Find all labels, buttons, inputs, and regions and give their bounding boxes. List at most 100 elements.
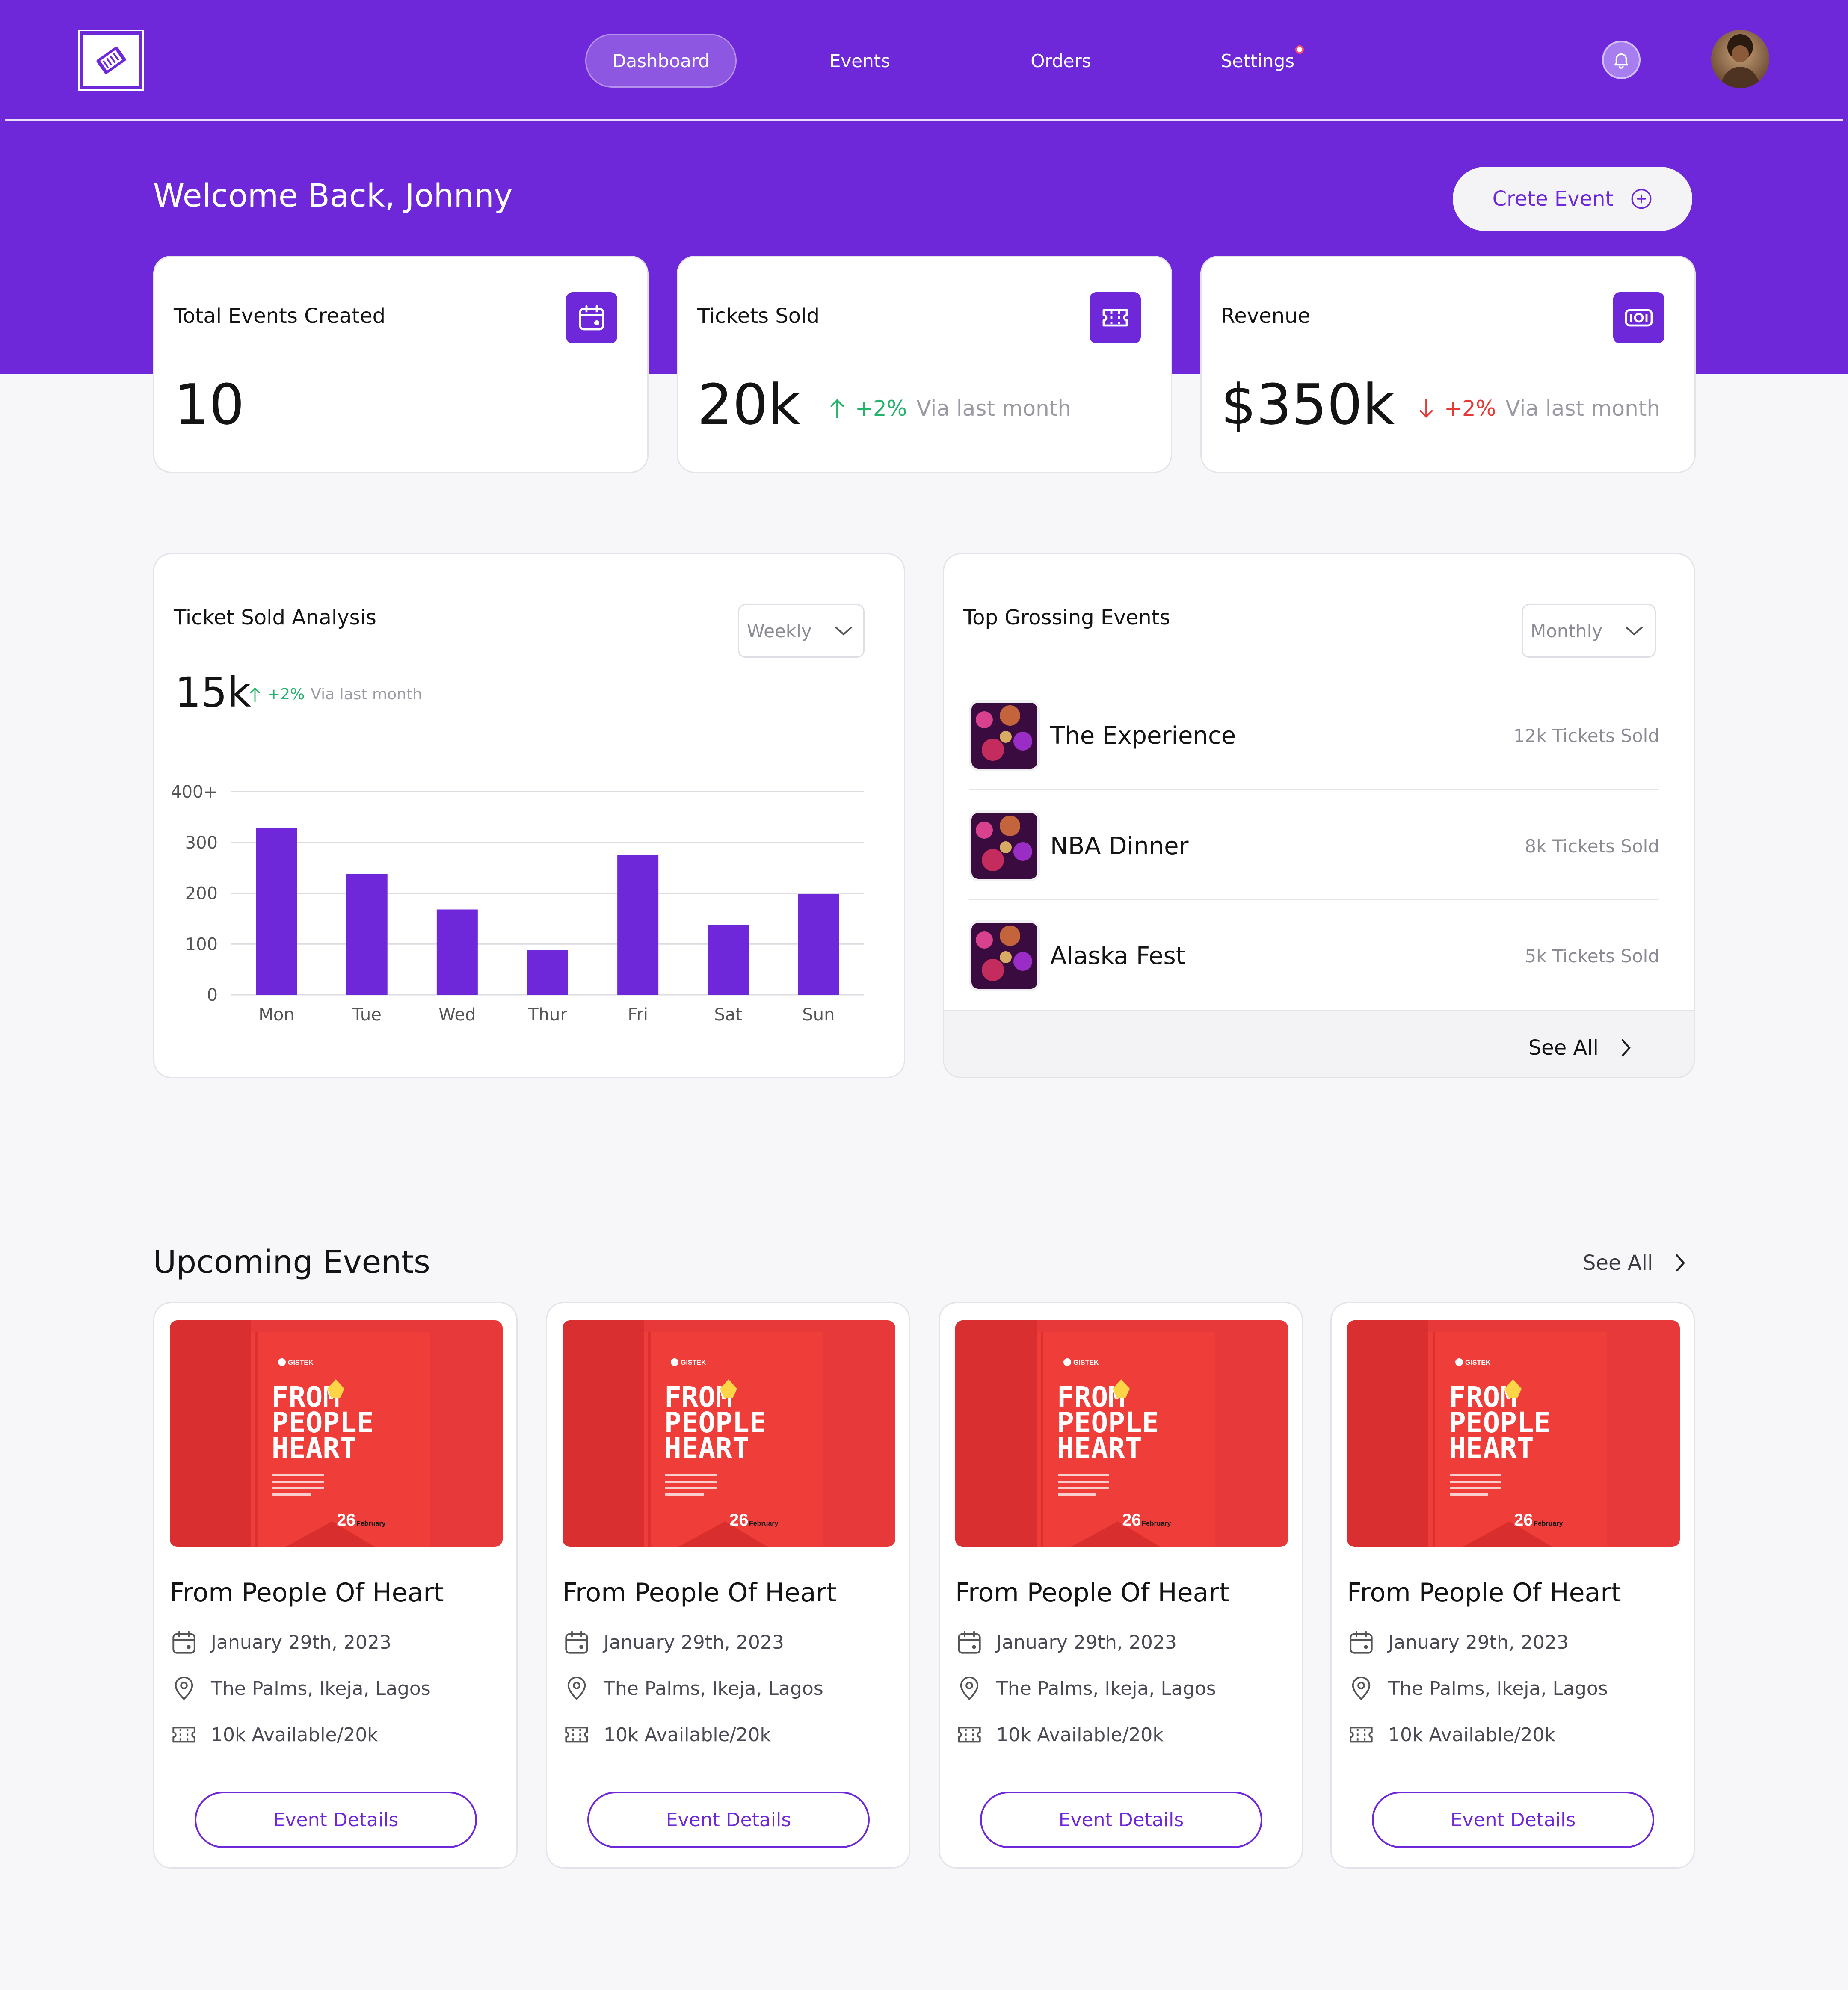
settings-notification-dot bbox=[1295, 45, 1304, 54]
poster-brand: GISTEK bbox=[288, 1359, 314, 1366]
bar-tue[interactable] bbox=[346, 874, 388, 995]
event-card: GISTEK FROM PEOPLE HEART 26 February Fro… bbox=[1330, 1302, 1695, 1869]
event-availability-text: 10k Available/20k bbox=[996, 1724, 1164, 1746]
top-event-row[interactable]: NBA Dinner 8k Tickets Sold bbox=[969, 791, 1659, 901]
poster-month: February bbox=[749, 1520, 779, 1527]
event-date: January 29th, 2023 bbox=[563, 1628, 784, 1656]
see-all-top-events-link[interactable]: See All bbox=[1528, 1036, 1632, 1060]
event-title: From People Of Heart bbox=[563, 1578, 837, 1608]
bar-wed[interactable] bbox=[436, 909, 478, 995]
see-all-label: See All bbox=[1528, 1036, 1599, 1060]
nav-events[interactable]: Events bbox=[787, 34, 933, 88]
bar-fri[interactable] bbox=[617, 855, 659, 995]
row-divider bbox=[969, 789, 1659, 790]
event-card: GISTEK FROM PEOPLE HEART 26 February Fro… bbox=[546, 1302, 910, 1869]
event-date: January 29th, 2023 bbox=[955, 1628, 1177, 1656]
location-pin-icon bbox=[175, 1677, 193, 1700]
event-tickets: 5k Tickets Sold bbox=[1525, 945, 1659, 967]
calendar-icon bbox=[1350, 1631, 1373, 1654]
row-divider bbox=[969, 899, 1659, 900]
event-card: GISTEK FROM PEOPLE HEART 26 February Fro… bbox=[939, 1302, 1303, 1869]
ticket-icon bbox=[565, 1727, 588, 1743]
poster-brand: GISTEK bbox=[1073, 1359, 1099, 1366]
event-date: January 29th, 2023 bbox=[1347, 1628, 1569, 1656]
event-availability: 10k Available/20k bbox=[955, 1721, 1164, 1749]
calendar-icon bbox=[172, 1631, 195, 1654]
event-date-text: January 29th, 2023 bbox=[604, 1631, 784, 1653]
poster-brand: GISTEK bbox=[1465, 1359, 1491, 1366]
see-all-upcoming-link[interactable]: See All bbox=[1583, 1251, 1686, 1275]
stat-card-total-events: Total Events Created 10 bbox=[153, 256, 649, 473]
top-grossing-panel: Top Grossing Events Monthly The Experien… bbox=[943, 553, 1695, 1078]
bar-mon[interactable] bbox=[256, 828, 297, 995]
nav-divider bbox=[5, 119, 1843, 121]
user-avatar[interactable] bbox=[1711, 30, 1769, 88]
svg-text:HEART: HEART bbox=[1449, 1432, 1534, 1465]
nav-orders[interactable]: Orders bbox=[988, 34, 1134, 88]
arrow-down-icon bbox=[1419, 398, 1433, 418]
stat-value: 20k bbox=[697, 372, 800, 437]
event-tickets: 8k Tickets Sold bbox=[1525, 835, 1659, 857]
y-tick-label: 400+ bbox=[171, 782, 218, 802]
period-dropdown[interactable]: Monthly bbox=[1522, 604, 1656, 658]
stat-card-revenue: Revenue $350k +2% Via last month bbox=[1200, 256, 1696, 473]
bar-sun[interactable] bbox=[798, 894, 839, 995]
top-event-row[interactable]: The Experience 12k Tickets Sold bbox=[969, 680, 1659, 791]
event-date-text: January 29th, 2023 bbox=[1388, 1631, 1569, 1653]
y-tick-label: 0 bbox=[207, 985, 218, 1005]
event-availability-text: 10k Available/20k bbox=[604, 1724, 771, 1746]
calendar-icon bbox=[958, 1631, 981, 1654]
bar-thur[interactable] bbox=[527, 950, 568, 995]
event-location-text: The Palms, Ikeja, Lagos bbox=[1388, 1677, 1608, 1700]
stat-value: $350k bbox=[1221, 372, 1395, 437]
bar-sat[interactable] bbox=[708, 925, 749, 995]
event-details-button[interactable]: Event Details bbox=[980, 1792, 1262, 1848]
stat-delta: +2% Via last month bbox=[829, 396, 1071, 421]
see-all-bar: See All bbox=[944, 1010, 1694, 1077]
event-availability: 10k Available/20k bbox=[170, 1721, 378, 1749]
event-date: January 29th, 2023 bbox=[170, 1628, 391, 1656]
x-tick-label: Mon bbox=[258, 1005, 294, 1025]
event-details-button[interactable]: Event Details bbox=[195, 1792, 477, 1848]
location-pin-icon bbox=[567, 1677, 586, 1700]
bar-chart: 0 100 200 300 400+ Mon Tue Wed Thur Fri Sat Sun bbox=[171, 782, 864, 1025]
chevron-down-icon bbox=[1626, 627, 1643, 636]
x-tick-label: Fri bbox=[628, 1005, 648, 1025]
ticket-icon bbox=[172, 1727, 195, 1743]
x-tick-label: Thur bbox=[527, 1005, 567, 1025]
welcome-heading: Welcome Back, Johnny bbox=[153, 177, 513, 214]
bell-icon[interactable] bbox=[1602, 41, 1641, 79]
ticket-logo-icon[interactable] bbox=[83, 35, 139, 86]
x-tick-label: Sat bbox=[714, 1005, 742, 1025]
event-location: The Palms, Ikeja, Lagos bbox=[563, 1674, 823, 1703]
event-location: The Palms, Ikeja, Lagos bbox=[170, 1674, 431, 1703]
delta-value: +2% bbox=[855, 396, 907, 421]
x-tick-label: Wed bbox=[438, 1005, 476, 1025]
ticket-icon bbox=[958, 1727, 981, 1743]
top-event-row[interactable]: Alaska Fest 5k Tickets Sold bbox=[969, 901, 1659, 1011]
stat-value: 10 bbox=[174, 372, 245, 437]
nav-dashboard[interactable]: Dashboard bbox=[585, 34, 737, 88]
event-tickets: 12k Tickets Sold bbox=[1513, 725, 1659, 746]
event-poster: GISTEK FROM PEOPLE HEART 26 February bbox=[563, 1320, 895, 1547]
event-location: The Palms, Ikeja, Lagos bbox=[1347, 1674, 1608, 1703]
event-name: The Experience bbox=[1050, 721, 1236, 750]
nav-settings[interactable]: Settings bbox=[1185, 34, 1330, 88]
delta-note: Via last month bbox=[1505, 396, 1661, 421]
event-details-button[interactable]: Event Details bbox=[1372, 1792, 1654, 1848]
event-location: The Palms, Ikeja, Lagos bbox=[955, 1674, 1216, 1703]
calendar-icon bbox=[566, 292, 617, 343]
panel-title: Top Grossing Events bbox=[963, 606, 1170, 630]
chevron-right-icon bbox=[1676, 1254, 1685, 1272]
event-details-button[interactable]: Event Details bbox=[587, 1792, 870, 1848]
event-title: From People Of Heart bbox=[955, 1578, 1229, 1608]
upcoming-events-heading: Upcoming Events bbox=[153, 1244, 430, 1280]
x-tick-label: Sun bbox=[802, 1005, 835, 1025]
create-event-button[interactable]: Crete Event bbox=[1453, 167, 1692, 231]
y-tick-label: 200 bbox=[185, 884, 218, 904]
stat-title: Revenue bbox=[1221, 304, 1311, 328]
event-poster: GISTEK FROM PEOPLE HEART 26 February bbox=[170, 1320, 503, 1547]
y-tick-label: 100 bbox=[185, 934, 218, 954]
event-location-text: The Palms, Ikeja, Lagos bbox=[604, 1677, 823, 1700]
event-location-text: The Palms, Ikeja, Lagos bbox=[211, 1677, 431, 1700]
